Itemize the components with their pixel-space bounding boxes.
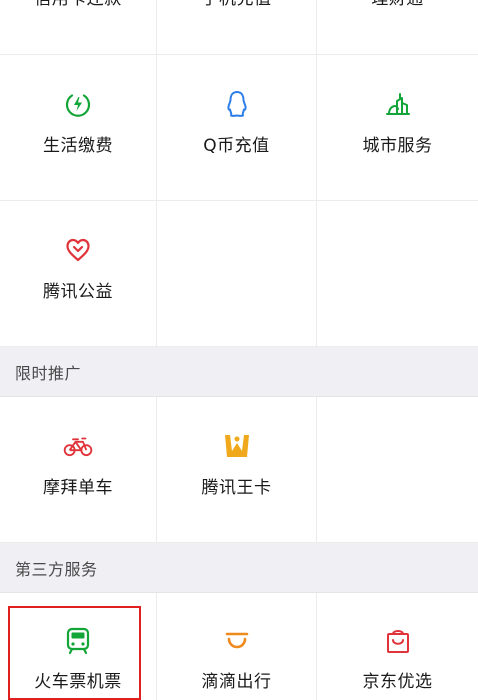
service-jd[interactable]: 京东优选: [317, 593, 478, 700]
service-mobike[interactable]: 摩拜单车: [0, 397, 157, 543]
empty-cell: [157, 201, 317, 347]
service-label: 滴滴出行: [201, 672, 272, 692]
service-qcoin[interactable]: Q币充值: [157, 55, 317, 201]
service-label: 京东优选: [362, 672, 433, 692]
section-header-promo: 限时推广: [0, 347, 478, 397]
service-utilities[interactable]: 生活缴费: [0, 55, 157, 201]
service-charity[interactable]: 腾讯公益: [0, 201, 157, 347]
service-label: Q币充值: [203, 136, 270, 156]
service-label: 火车票机票: [34, 672, 122, 692]
section-title: 第三方服务: [15, 559, 98, 579]
service-wealth[interactable]: 理财通: [317, 0, 478, 55]
heart-icon: [63, 235, 93, 265]
service-didi[interactable]: 滴滴出行: [157, 593, 317, 700]
didi-icon: [222, 626, 252, 656]
service-label: 理财通: [371, 0, 424, 10]
promo-grid: 摩拜单车 腾讯王卡: [0, 397, 478, 543]
third-party-grid: 火车票机票 滴滴出行 京东优选: [0, 593, 478, 700]
service-city[interactable]: 城市服务: [317, 55, 478, 201]
service-label: 腾讯王卡: [201, 478, 272, 498]
service-credit-card[interactable]: 信用卡还款: [0, 0, 157, 55]
section-title: 限时推广: [15, 363, 82, 383]
lightning-icon: [63, 89, 93, 119]
service-train-flight[interactable]: 火车票机票: [0, 593, 157, 700]
empty-cell: [317, 201, 478, 347]
top-services-grid: 信用卡还款 手机充值 理财通: [0, 0, 478, 55]
service-label: 腾讯公益: [43, 282, 113, 302]
shopping-bag-icon: [383, 626, 413, 656]
penguin-icon: [222, 89, 252, 119]
crown-card-icon: [222, 431, 252, 461]
bicycle-icon: [63, 431, 93, 461]
service-label: 摩拜单车: [43, 478, 113, 498]
service-wangka[interactable]: 腾讯王卡: [157, 397, 317, 543]
service-label: 生活缴费: [43, 136, 113, 156]
service-phone-topup[interactable]: 手机充值: [157, 0, 317, 55]
train-icon: [63, 626, 93, 656]
service-label: 手机充值: [202, 0, 272, 10]
services-grid: 生活缴费 Q币充值 城市服务 腾讯公益: [0, 55, 478, 347]
section-header-third-party: 第三方服务: [0, 543, 478, 593]
city-icon: [383, 89, 413, 119]
service-label: 信用卡还款: [34, 0, 122, 10]
service-label: 城市服务: [362, 136, 433, 156]
empty-cell: [317, 397, 478, 543]
